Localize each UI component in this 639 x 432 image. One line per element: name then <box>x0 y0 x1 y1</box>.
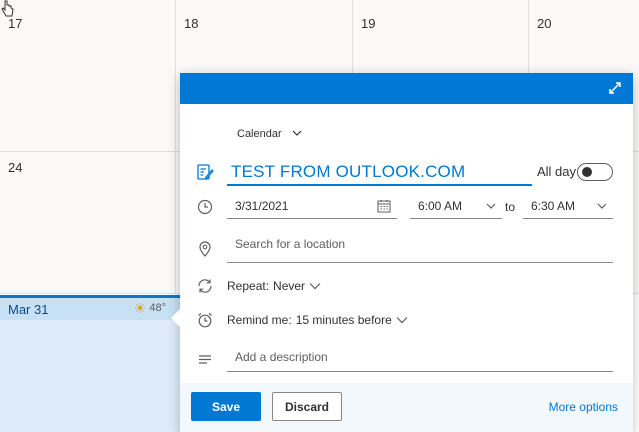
description-input[interactable]: Add a description <box>227 346 613 372</box>
day-number: 18 <box>184 16 199 31</box>
end-time-select[interactable]: 6:30 AM <box>523 195 613 219</box>
save-button[interactable]: Save <box>191 392 261 421</box>
location-search-input[interactable]: Search for a location <box>227 231 613 263</box>
day-cell[interactable]: 24 <box>0 152 176 293</box>
temperature: 48° <box>149 302 166 314</box>
today-header: Mar 31 ☀ 48° <box>0 298 180 320</box>
chevron-down-icon <box>309 283 321 290</box>
new-event-popup: Calendar TEST FROM OUTLOOK.COM All day 3… <box>171 73 633 432</box>
chevron-down-icon <box>597 203 607 209</box>
repeat-dropdown[interactable]: Repeat: Never <box>227 279 321 293</box>
popup-pointer <box>171 309 180 327</box>
repeat-icon <box>196 277 214 295</box>
day-number: 24 <box>8 160 23 175</box>
reminder-label: Remind me: <box>227 313 292 327</box>
clock-icon <box>196 198 214 216</box>
hand-cursor-icon <box>1 0 14 17</box>
repeat-value: Never <box>273 279 306 293</box>
start-time-select[interactable]: 6:00 AM <box>410 195 502 219</box>
more-options-link[interactable]: More options <box>549 400 618 414</box>
event-date-value: 3/31/2021 <box>235 199 289 213</box>
chevron-down-icon <box>292 128 302 140</box>
location-pin-icon <box>196 240 214 258</box>
reminder-dropdown[interactable]: Remind me: 15 minutes before <box>227 313 408 327</box>
today-date-label: Mar 31 <box>8 302 49 317</box>
chevron-down-icon <box>486 203 496 209</box>
expand-icon[interactable] <box>607 80 623 96</box>
all-day-toggle[interactable] <box>577 163 613 181</box>
all-day-label: All day <box>537 164 577 179</box>
day-number: 19 <box>361 16 376 31</box>
chevron-down-icon <box>396 317 408 324</box>
calendar-selector-label: Calendar <box>237 128 282 140</box>
start-time-value: 6:00 AM <box>418 199 463 213</box>
weather-badge[interactable]: ☀ 48° <box>133 300 166 316</box>
calendar-icon[interactable] <box>377 199 391 213</box>
toggle-knob <box>582 167 592 177</box>
alarm-clock-icon <box>196 311 214 329</box>
event-date-field[interactable]: 3/31/2021 <box>227 195 397 219</box>
calendar-selector[interactable]: Calendar <box>237 128 302 140</box>
repeat-label: Repeat: <box>227 279 270 293</box>
end-time-value: 6:30 AM <box>531 199 576 213</box>
edit-note-icon <box>196 163 214 181</box>
popup-footer: Save Discard More options <box>180 383 633 432</box>
day-number: 20 <box>537 16 552 31</box>
today-day-cell[interactable]: Mar 31 ☀ 48° <box>0 295 180 432</box>
text-lines-icon <box>196 350 214 368</box>
sun-icon: ☀ <box>133 300 147 316</box>
to-label: to <box>505 200 516 214</box>
popup-header-bar <box>180 73 633 104</box>
reminder-value: 15 minutes before <box>295 313 392 327</box>
day-cell[interactable]: 17 <box>0 0 176 151</box>
event-title-input[interactable]: TEST FROM OUTLOOK.COM <box>227 160 532 186</box>
day-number: 17 <box>8 16 23 31</box>
discard-button[interactable]: Discard <box>272 392 342 421</box>
